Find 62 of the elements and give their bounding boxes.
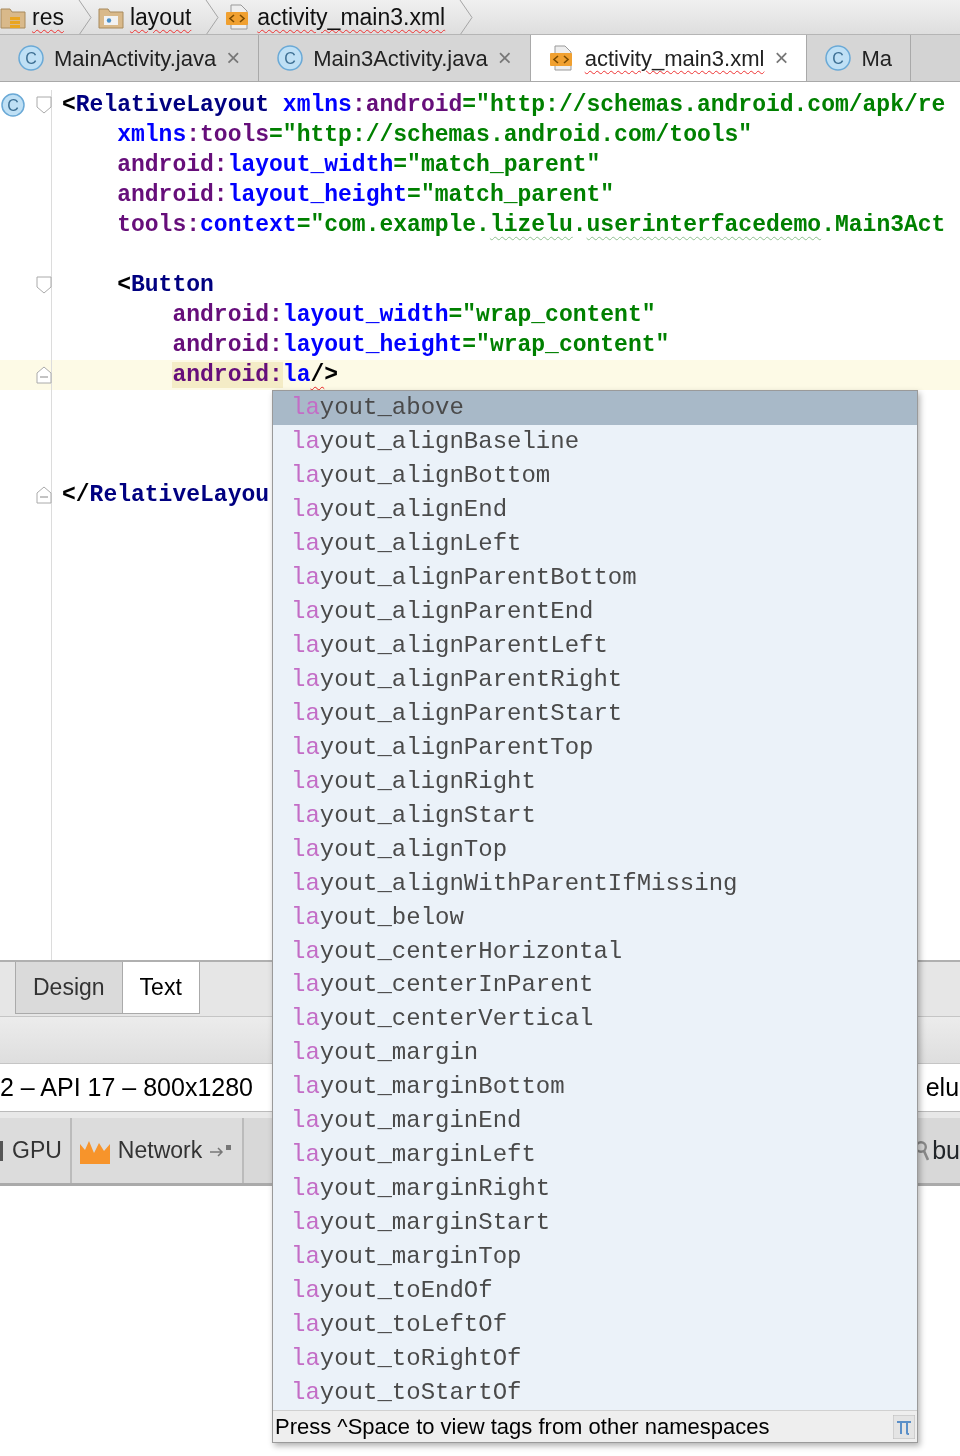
search-icon [915,1140,930,1161]
completion-item[interactable]: layout_toEndOf [273,1274,917,1309]
completion-item[interactable]: layout_marginEnd [273,1104,917,1139]
completion-item[interactable]: layout_marginLeft [273,1138,917,1173]
code-line: <Button [116,271,214,300]
code-line: xmlns:tools="http://schemas.android.com/tools" [116,121,753,150]
xml-file-icon [548,45,575,71]
breadcrumb-separator [205,0,220,34]
editor-mode-tab[interactable]: Text [122,962,200,1014]
breadcrumb-separator [459,0,474,34]
file-tab[interactable]: activity_main3.xml × [530,35,808,81]
completion-item[interactable]: layout_alignStart [273,798,917,833]
completion-item[interactable]: layout_below [273,900,917,935]
completion-item[interactable]: layout_marginRight [273,1172,917,1207]
completion-item[interactable]: layout_centerVertical [273,1002,917,1037]
completion-item[interactable]: layout_alignBottom [273,458,917,493]
monitor-tab[interactable]: Network [71,1118,245,1183]
completion-item[interactable]: layout_margin [273,1036,917,1071]
completion-item[interactable]: layout_centerHorizontal [273,934,917,969]
class-icon: C [277,45,304,71]
code-line: <RelativeLayout xmlns:android="http://schemas.android.com/apk/re [61,91,946,120]
completion-item[interactable]: layout_marginStart [273,1206,917,1241]
class-icon: C [1,93,25,117]
completion-item[interactable]: layout_marginBottom [273,1070,917,1105]
completion-item[interactable]: layout_centerInParent [273,968,917,1003]
completion-item[interactable]: layout_alignRight [273,764,917,799]
code-line: android:layout_height="match_parent" [116,181,615,210]
code-line: android:la/> [171,361,339,390]
editor-mode-tab[interactable]: Design [15,962,123,1014]
completion-item[interactable]: layout_alignEnd [273,492,917,527]
completion-item[interactable]: layout_alignLeft [273,526,917,561]
completion-item[interactable]: layout_toLeftOf [273,1308,917,1343]
breadcrumb-item[interactable]: res [0,0,78,34]
completion-item[interactable]: layout_above [273,391,917,425]
breadcrumb-item[interactable]: activity_main3.xml [219,0,460,34]
completion-item[interactable]: layout_alignTop [273,832,917,867]
hint-text: Press ^Space to view tags from other namespaces [275,1413,770,1442]
completion-item[interactable]: layout_alignParentStart [273,696,917,731]
code-line: android:layout_height="wrap_content" [171,331,670,360]
completion-item[interactable]: layout_alignParentRight [273,662,917,697]
code-line: tools:context="com.example.lizelu.userinterfacedemo.Main3Act [116,211,946,240]
monitor-tab[interactable]: GPU [0,1118,72,1183]
code-line: android:layout_width="match_parent" [116,151,601,180]
package-text: elu. [925,1071,960,1103]
device-info: 2 – API 17 – 800x1280 [0,1071,253,1103]
search-text: bu [932,1134,960,1166]
class-icon: C [18,45,44,71]
close-icon[interactable]: × [774,40,789,76]
completion-item[interactable]: layout_toStartOf [273,1376,917,1411]
completion-item[interactable]: layout_marginTop [273,1240,917,1275]
completion-item[interactable]: layout_alignParentBottom [273,560,917,595]
completion-item[interactable]: layout_alignBaseline [273,424,917,459]
completion-item[interactable]: layout_toRightOf [273,1342,917,1377]
class-icon: C [825,45,852,71]
code-line: </RelativeLayou [61,481,270,510]
code-line: android:layout_width="wrap_content" [171,301,656,330]
completion-item[interactable]: layout_alignWithParentIfMissing [273,866,917,901]
breadcrumb-item[interactable]: layout [91,0,206,34]
completion-item[interactable]: layout_alignParentTop [273,730,917,765]
breadcrumb-separator [77,0,92,34]
completion-item[interactable]: layout_alignParentLeft [273,628,917,663]
completion-item[interactable]: layout_alignParentEnd [273,594,917,629]
